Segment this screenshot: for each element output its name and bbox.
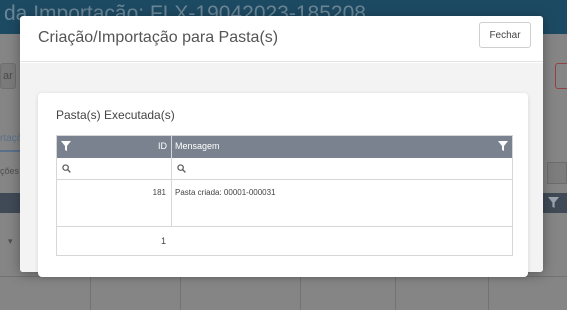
column-header-id[interactable]: ID [158, 141, 167, 151]
chevron-down-icon: ▾ [8, 236, 13, 246]
background-button-right [555, 63, 567, 89]
column-header-message[interactable]: Mensagem [175, 141, 220, 151]
filter-row [57, 158, 512, 180]
background-tab-indicator [0, 150, 22, 152]
row-count: 1 [160, 236, 166, 246]
funnel-icon [548, 197, 559, 208]
background-tab: rtaçã [0, 133, 23, 144]
id-filter-input[interactable] [73, 160, 167, 178]
cell-message: Pasta criada: 00001-000031 [175, 188, 276, 197]
background-table-row [0, 276, 567, 310]
modal-header: Criação/Importação para Pasta(s) Fechar [20, 16, 543, 62]
table-row[interactable]: 181 Pasta criada: 00001-000031 [57, 180, 512, 227]
column-divider [171, 136, 172, 227]
background-grid-header [0, 193, 20, 213]
cell-id: 181 [152, 188, 166, 197]
funnel-icon[interactable] [498, 141, 508, 151]
background-grid-header-right [540, 193, 567, 213]
panel-title: Pasta(s) Executada(s) [56, 108, 175, 122]
background-search [547, 162, 567, 184]
close-button[interactable]: Fechar [479, 22, 531, 48]
background-column-divider [90, 276, 91, 310]
background-column-divider [300, 276, 301, 310]
background-button: ar [0, 63, 16, 89]
modal-title: Criação/Importação para Pasta(s) [38, 29, 279, 46]
background-column-divider [180, 276, 181, 310]
message-filter-input[interactable] [188, 160, 508, 178]
modal-body: Pasta(s) Executada(s) ID Mensagem 181 Pa… [20, 63, 543, 277]
grid-header: ID Mensagem [57, 136, 512, 158]
results-panel: Pasta(s) Executada(s) ID Mensagem 181 Pa… [38, 93, 528, 277]
search-icon [177, 164, 186, 173]
modal-dialog: Criação/Importação para Pasta(s) Fechar … [20, 16, 543, 277]
background-column-divider [488, 276, 489, 310]
funnel-icon[interactable] [61, 141, 71, 151]
background-options: ções [0, 166, 20, 176]
results-grid: ID Mensagem 181 Pasta criada: 00001-0000… [56, 135, 513, 256]
grid-footer: 1 [57, 227, 512, 255]
background-column-divider [395, 276, 396, 310]
search-icon [62, 164, 71, 173]
